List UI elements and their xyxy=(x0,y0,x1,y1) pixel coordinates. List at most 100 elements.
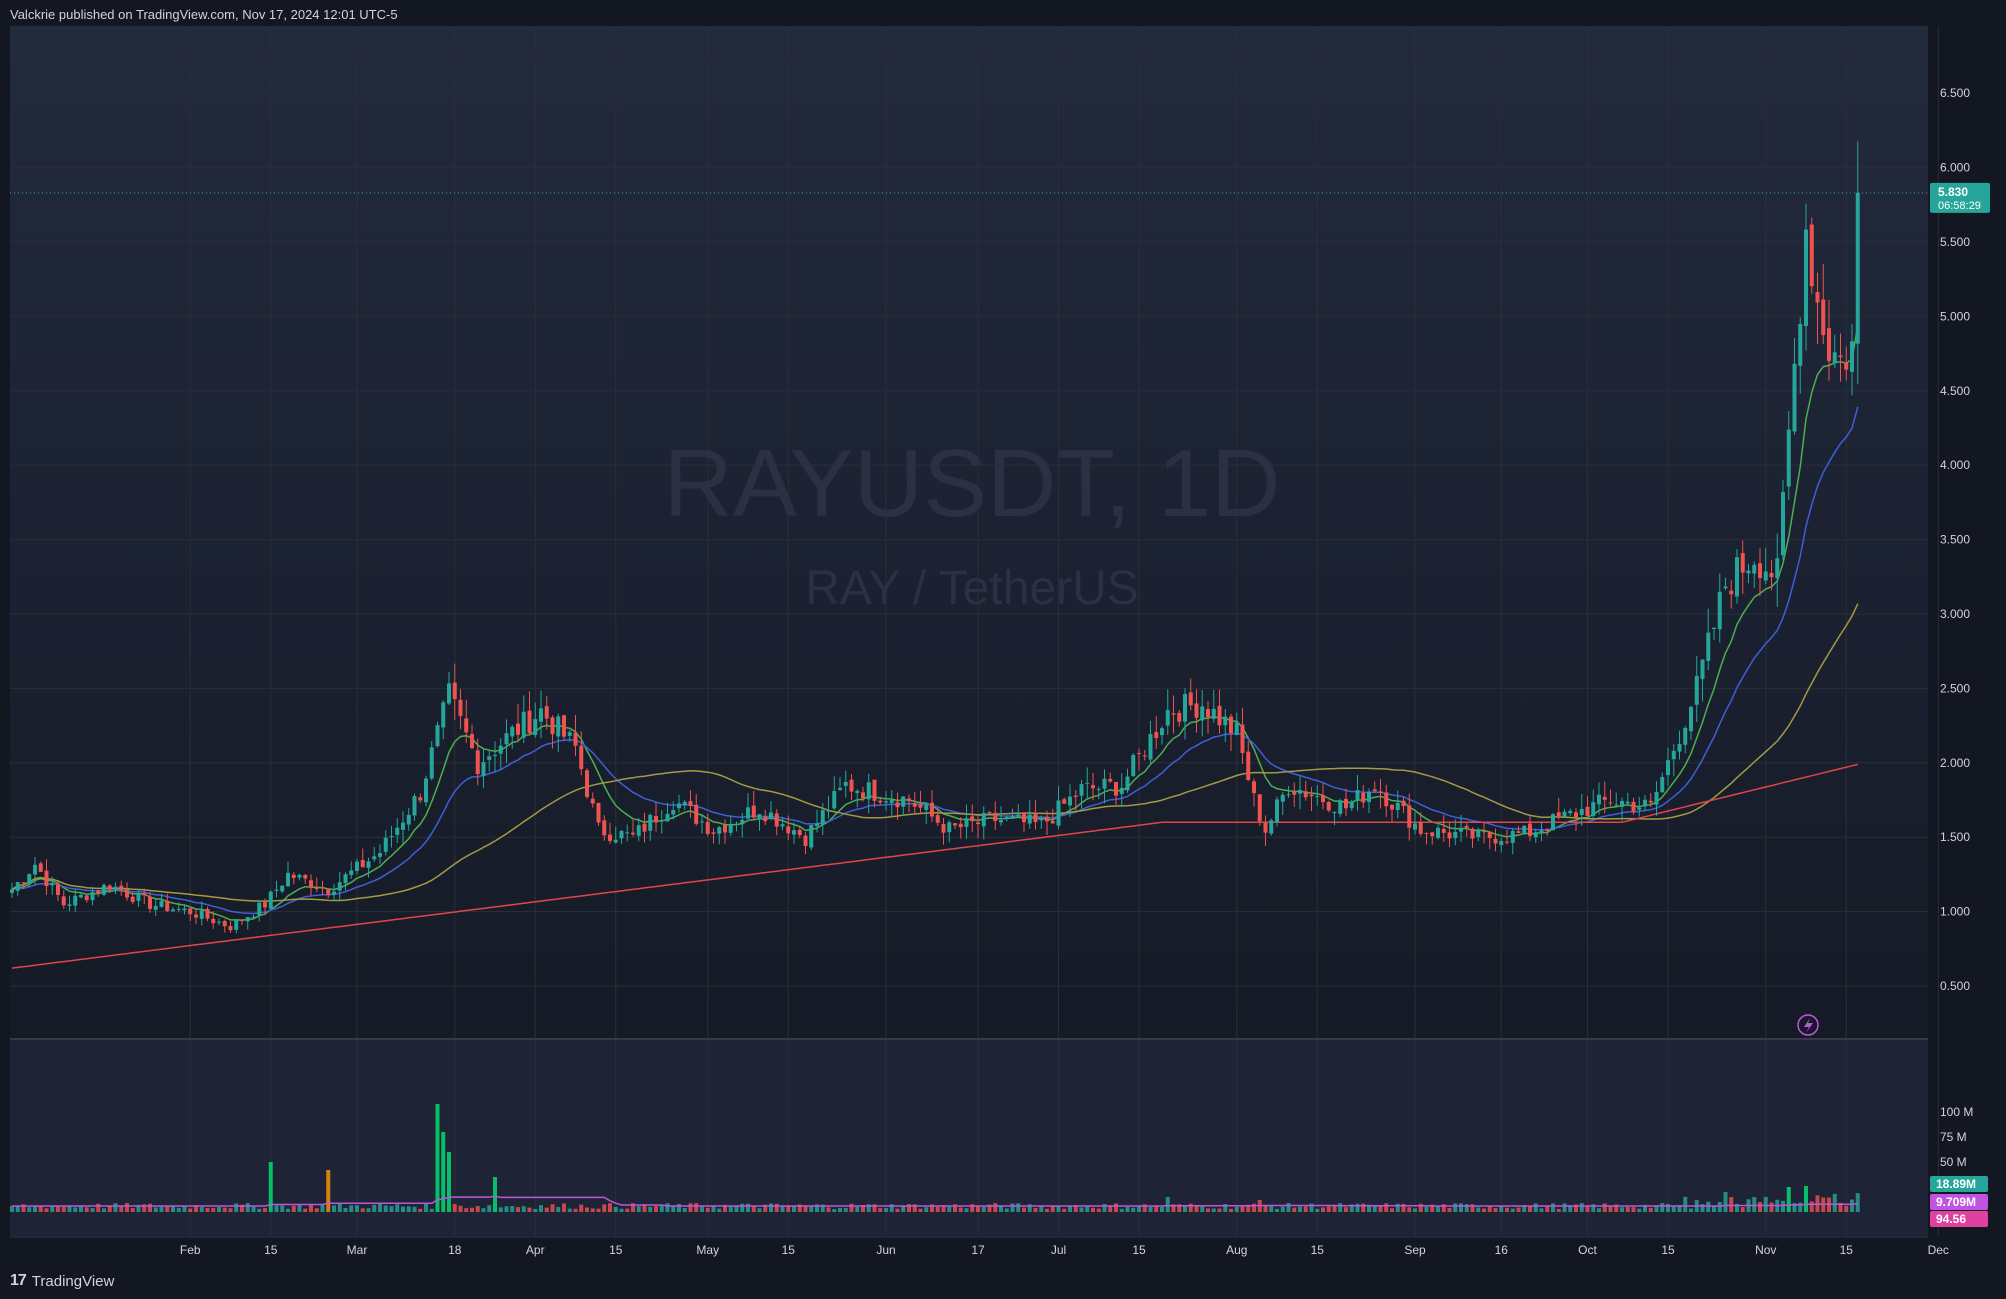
candle-body xyxy=(999,820,1003,823)
volume-bar xyxy=(1487,1206,1492,1212)
candle-body xyxy=(1085,782,1090,784)
volume-bar xyxy=(1723,1192,1728,1212)
candle-body xyxy=(1700,659,1705,679)
candle-body xyxy=(1482,831,1486,833)
candle-body xyxy=(487,756,492,760)
candle-body xyxy=(659,819,664,821)
candle-body xyxy=(1010,816,1015,819)
candle-body xyxy=(1022,812,1026,823)
candle-body xyxy=(625,832,630,834)
footer-brand[interactable]: 17 TradingView xyxy=(10,1272,114,1290)
candle-body xyxy=(907,798,911,802)
candle-body xyxy=(1280,794,1285,802)
candle-body xyxy=(1154,732,1159,739)
volume-bar xyxy=(1165,1197,1170,1212)
volume-bar xyxy=(96,1203,101,1212)
volume-bar xyxy=(1292,1207,1297,1212)
candle-body xyxy=(176,908,181,910)
volume-bar xyxy=(682,1208,687,1212)
candle-body xyxy=(182,908,187,911)
volume-bar xyxy=(562,1203,566,1212)
candlestick-chart[interactable]: RAYUSDT, 1D RAY / TetherUS 0.500 1.000 1.5… xyxy=(0,0,2006,1299)
volume-bar xyxy=(1683,1196,1688,1212)
candle-body xyxy=(585,770,589,797)
volume-bar xyxy=(314,1208,319,1212)
volume-bar xyxy=(1752,1196,1757,1212)
candle-body xyxy=(711,832,716,834)
candle-body xyxy=(481,762,486,776)
candle-body xyxy=(613,839,618,843)
candle-body xyxy=(527,710,532,734)
candle-body xyxy=(73,895,78,906)
candle-body xyxy=(1160,728,1164,736)
candle-body xyxy=(935,815,940,823)
candle-body xyxy=(1758,563,1762,579)
volume-bar xyxy=(567,1208,572,1212)
volume-bar xyxy=(1217,1208,1222,1212)
time-tick-label: 15 xyxy=(1840,1243,1854,1257)
volume-bar xyxy=(878,1208,883,1212)
volume-bar xyxy=(1240,1205,1245,1212)
candle-body xyxy=(838,787,842,790)
candle-body xyxy=(1740,553,1745,573)
candle-body xyxy=(573,732,578,746)
volume-bar xyxy=(705,1207,710,1212)
price-tick-label: 5.000 xyxy=(1940,309,1970,323)
candle-body xyxy=(1470,828,1475,839)
volume-bar xyxy=(1602,1203,1607,1212)
candle-body xyxy=(1188,692,1193,706)
candle-body xyxy=(406,814,411,825)
volume-bar xyxy=(222,1207,227,1212)
volume-bar xyxy=(596,1208,601,1212)
volume-bar xyxy=(447,1152,451,1212)
candle-body xyxy=(1424,832,1429,834)
volume-bar xyxy=(1666,1204,1670,1212)
volume-tick-label: 100 M xyxy=(1940,1105,1973,1119)
candle-body xyxy=(498,745,503,754)
candle-body xyxy=(1211,708,1216,719)
candle-body xyxy=(418,797,423,801)
candle-body xyxy=(763,816,768,822)
volume-bar xyxy=(654,1206,658,1212)
volume-bar xyxy=(1551,1203,1555,1212)
volume-bar xyxy=(1206,1208,1210,1212)
volume-bar xyxy=(843,1207,848,1212)
candle-body xyxy=(1798,323,1803,366)
volume-bar xyxy=(527,1207,532,1212)
volume-bar xyxy=(1303,1206,1308,1212)
volume-bar xyxy=(1597,1208,1601,1212)
volume-bar xyxy=(1010,1203,1015,1212)
candle-body xyxy=(1137,753,1141,755)
candle-body xyxy=(412,796,417,816)
volume-bar xyxy=(1125,1206,1130,1212)
volume-bar xyxy=(245,1203,250,1212)
time-tick-label: Jul xyxy=(1051,1243,1066,1257)
volume-bar xyxy=(79,1206,83,1212)
candle-body xyxy=(1234,722,1239,735)
candle-body xyxy=(1062,799,1067,804)
candle-body xyxy=(355,861,359,871)
candle-body xyxy=(1528,823,1532,836)
volume-bar xyxy=(504,1206,509,1212)
candle-body xyxy=(510,726,515,737)
volume-tick-label: 50 M xyxy=(1940,1155,1967,1169)
volume-bar xyxy=(1390,1208,1394,1212)
volume-bar xyxy=(832,1208,837,1212)
candle-body xyxy=(608,834,612,841)
candle-body xyxy=(780,824,785,827)
volume-bar xyxy=(1263,1205,1268,1212)
candle-body xyxy=(1091,785,1095,789)
time-tick-label: Apr xyxy=(526,1243,545,1257)
candle-body xyxy=(366,861,371,868)
candle-body xyxy=(1723,586,1728,589)
candle-body xyxy=(332,891,336,895)
volume-bar xyxy=(1275,1208,1279,1212)
volume-bar xyxy=(999,1206,1003,1212)
volume-bar xyxy=(50,1206,55,1212)
candle-body xyxy=(1453,831,1458,839)
volume-bar xyxy=(590,1208,595,1212)
candle-body xyxy=(1447,832,1452,839)
candle-body xyxy=(1815,292,1820,303)
volume-bar xyxy=(901,1206,906,1212)
volume-bar xyxy=(435,1104,440,1212)
